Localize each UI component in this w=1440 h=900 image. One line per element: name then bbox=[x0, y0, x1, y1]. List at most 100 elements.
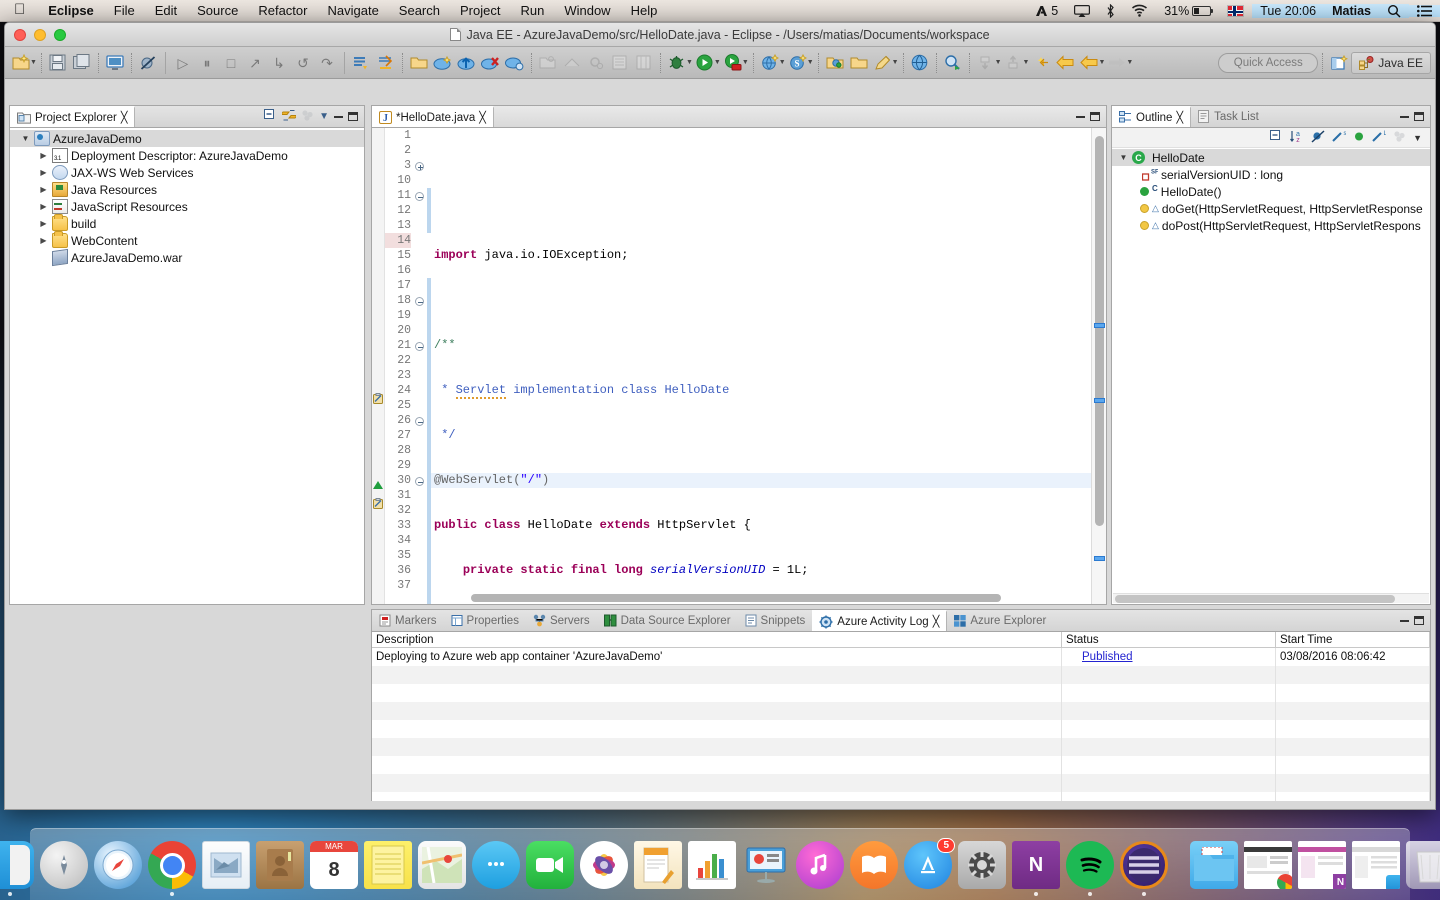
tab-data-source-explorer[interactable]: Data Source Explorer bbox=[597, 610, 738, 631]
tab-hellodate-java[interactable]: J *HelloDate.java ╳ bbox=[372, 106, 494, 127]
view-menu-icon[interactable]: ▼ bbox=[319, 111, 329, 122]
tree-item-javascript-resources[interactable]: ▶ JavaScript Resources bbox=[10, 198, 364, 215]
apple-menu-icon[interactable]:  bbox=[0, 2, 38, 17]
dock-item-maps[interactable] bbox=[415, 841, 469, 896]
column-header-description[interactable]: Description bbox=[372, 632, 1062, 647]
editor-scroll-thumb[interactable] bbox=[1095, 136, 1104, 526]
new-server-icon[interactable] bbox=[758, 50, 782, 76]
notification-center-icon[interactable] bbox=[1409, 4, 1440, 17]
tab-markers[interactable]: Markers bbox=[372, 610, 444, 631]
annotation-marker[interactable] bbox=[1094, 556, 1105, 561]
outline-horizontal-scrollbar[interactable] bbox=[1113, 593, 1429, 603]
suspend-icon[interactable]: ⏸ bbox=[195, 50, 219, 76]
tree-item-webcontent[interactable]: ▶ WebContent bbox=[10, 231, 364, 249]
open-web-browser-icon[interactable] bbox=[908, 50, 932, 76]
tree-item-deployment-descriptor[interactable]: ▶ Deployment Descriptor: AzureJavaDemo bbox=[10, 147, 364, 164]
dock-item-photos[interactable] bbox=[577, 841, 631, 896]
tree-item-azurejavademo[interactable]: ▼ AzureJavaDemo bbox=[10, 130, 364, 147]
override-marker-icon[interactable] bbox=[373, 481, 383, 489]
tree-item-azurejavademo-war[interactable]: AzureJavaDemo.war bbox=[10, 248, 364, 267]
minimize-icon[interactable] bbox=[1400, 115, 1409, 118]
close-icon[interactable]: ╳ bbox=[479, 111, 486, 124]
open-folder2-icon[interactable] bbox=[847, 50, 871, 76]
new-cloud-service-icon[interactable] bbox=[431, 50, 455, 76]
hide-static-icon[interactable]: s bbox=[1332, 130, 1347, 146]
tree-item-jax-ws-web-services[interactable]: ▶ JAX-WS Web Services bbox=[10, 164, 364, 181]
wifi-icon[interactable] bbox=[1123, 4, 1156, 17]
maximize-icon[interactable] bbox=[348, 112, 358, 121]
last-edit-location-icon[interactable] bbox=[1029, 50, 1053, 76]
dock-item-eclipse[interactable] bbox=[1117, 841, 1171, 896]
editor-body[interactable]: 1 2 3 10 11 12 13 14 15 16 17 18 19 20 21 22 23 24 25 26… bbox=[372, 128, 1106, 604]
dock-item-spotify[interactable] bbox=[1063, 841, 1117, 896]
dock-item-trash[interactable] bbox=[1403, 841, 1440, 896]
dock-item-notes[interactable] bbox=[361, 841, 415, 896]
dock-item-facetime[interactable] bbox=[523, 841, 577, 896]
fold-collapse-icon[interactable] bbox=[415, 192, 424, 201]
save-icon[interactable] bbox=[46, 50, 70, 76]
tab-project-explorer[interactable]: Project Explorer ╳ bbox=[10, 106, 136, 127]
close-icon[interactable]: ╳ bbox=[933, 615, 940, 628]
editor-annotation-gutter[interactable] bbox=[372, 128, 385, 604]
close-icon[interactable]: ╳ bbox=[1176, 111, 1183, 124]
spotlight-search-icon[interactable] bbox=[1379, 3, 1409, 18]
outline-item-doget[interactable]: △ doGet(HttpServletRequest, HttpServletR… bbox=[1112, 200, 1430, 217]
maximize-icon[interactable] bbox=[1414, 112, 1424, 121]
minimize-icon[interactable] bbox=[334, 115, 343, 118]
disconnect-icon[interactable]: ↗ bbox=[243, 50, 267, 76]
menu-item-file[interactable]: File bbox=[104, 3, 145, 18]
chevron-right-icon[interactable]: ▶ bbox=[38, 185, 49, 194]
status-link[interactable]: Published bbox=[1066, 651, 1133, 663]
annotation-marker[interactable] bbox=[1094, 398, 1105, 403]
chevron-right-icon[interactable]: ▶ bbox=[38, 168, 49, 177]
maximize-window-button[interactable] bbox=[54, 29, 66, 41]
step-into-icon[interactable]: ↳ bbox=[267, 50, 291, 76]
import-icon[interactable] bbox=[536, 50, 560, 76]
maximize-icon[interactable] bbox=[1414, 616, 1424, 625]
table-view-icon[interactable] bbox=[632, 50, 656, 76]
tab-properties[interactable]: Properties bbox=[444, 610, 526, 631]
delete-cloud-service-icon[interactable] bbox=[479, 50, 503, 76]
dock-item-mail[interactable] bbox=[199, 841, 253, 896]
next-annotation-icon[interactable] bbox=[974, 50, 998, 76]
dock-item-finder[interactable] bbox=[0, 841, 37, 896]
dock-item-keynote[interactable] bbox=[739, 841, 793, 896]
tab-snippets[interactable]: Snippets bbox=[738, 610, 813, 631]
menu-item-run[interactable]: Run bbox=[510, 3, 554, 18]
battery-status[interactable]: 31% bbox=[1156, 4, 1219, 18]
todo-task-marker-icon[interactable] bbox=[373, 391, 384, 409]
focus-icon[interactable] bbox=[1393, 130, 1406, 145]
tab-azure-activity-log[interactable]: Azure Activity Log ╳ bbox=[812, 610, 948, 631]
view-menu-icon[interactable]: ▼ bbox=[1413, 133, 1422, 143]
outline-item-hellodate-constructor[interactable]: C HelloDate() bbox=[1112, 183, 1430, 200]
new-wizard-icon[interactable] bbox=[9, 50, 33, 76]
tree-item-build[interactable]: ▶ build bbox=[10, 214, 364, 232]
menu-item-navigate[interactable]: Navigate bbox=[317, 3, 388, 18]
publish-to-azure-icon[interactable] bbox=[350, 50, 374, 76]
previous-annotation-icon[interactable] bbox=[1002, 50, 1026, 76]
quick-access-input[interactable]: Quick Access bbox=[1218, 52, 1319, 73]
dock-item-chrome[interactable] bbox=[145, 841, 199, 896]
table-row[interactable]: Deploying to Azure web app container 'Az… bbox=[372, 648, 1430, 666]
dock-item-downloads-stack[interactable] bbox=[1187, 841, 1241, 896]
close-icon[interactable]: ╳ bbox=[121, 111, 128, 124]
dock-item-contacts[interactable] bbox=[253, 841, 307, 896]
outline-item-dopost[interactable]: △ doPost(HttpServletRequest, HttpServlet… bbox=[1112, 217, 1430, 234]
forward-icon[interactable] bbox=[1105, 50, 1129, 76]
fold-collapse-icon[interactable] bbox=[415, 297, 424, 306]
tab-task-list[interactable]: Task List bbox=[1191, 106, 1266, 127]
editor-horizontal-scrollbar[interactable] bbox=[471, 593, 1073, 603]
sort-alphabetically-icon[interactable]: az bbox=[1290, 130, 1304, 146]
hide-local-types-icon[interactable]: L bbox=[1372, 130, 1388, 146]
dock-item-system-preferences[interactable] bbox=[955, 841, 1009, 896]
terminate-icon[interactable]: □ bbox=[219, 50, 243, 76]
menu-item-eclipse[interactable]: Eclipse bbox=[38, 3, 104, 18]
annotation-marker[interactable] bbox=[1094, 323, 1105, 328]
outline-item-serialversionuid[interactable]: SF serialVersionUID : long bbox=[1112, 166, 1430, 183]
menu-item-help[interactable]: Help bbox=[621, 3, 668, 18]
step-return-icon[interactable]: ↷ bbox=[315, 50, 339, 76]
dock-item-calendar[interactable]: MAR 8 bbox=[307, 841, 361, 896]
step-over-icon[interactable]: ↺ bbox=[291, 50, 315, 76]
editor-source-code[interactable]: import java.io.IOException; /** * Servle… bbox=[431, 128, 1091, 604]
fold-collapse-icon[interactable] bbox=[415, 342, 424, 351]
